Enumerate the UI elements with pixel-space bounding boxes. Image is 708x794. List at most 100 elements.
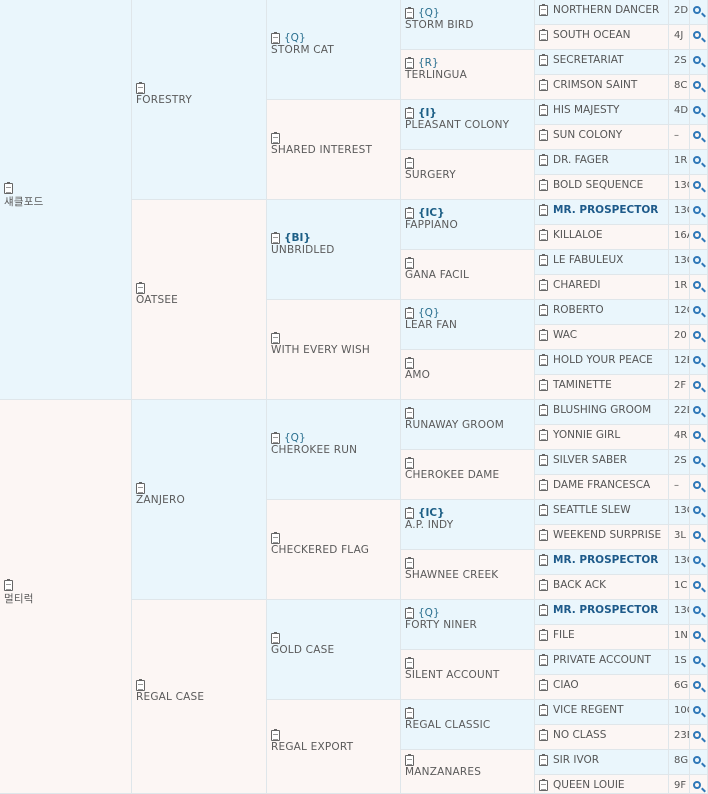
clipboard-icon[interactable] — [539, 29, 548, 41]
clipboard-icon[interactable] — [539, 54, 548, 66]
horse-name-link[interactable]: BACK ACK — [553, 579, 606, 591]
clipboard-icon[interactable] — [4, 579, 13, 591]
horse-name-link[interactable]: YONNIE GIRL — [553, 429, 620, 441]
magnifier-icon[interactable] — [693, 556, 701, 564]
magnifier-icon[interactable] — [693, 506, 701, 514]
horse-name-link[interactable]: SILENT ACCOUNT — [405, 669, 500, 681]
clipboard-icon[interactable] — [539, 79, 548, 91]
horse-name-link[interactable]: PLEASANT COLONY — [405, 119, 509, 131]
clipboard-icon[interactable] — [405, 557, 414, 569]
magnifier-icon[interactable] — [693, 306, 701, 314]
horse-name-link[interactable]: AMO — [405, 369, 430, 381]
magnifier-icon[interactable] — [693, 481, 701, 489]
horse-name-link[interactable]: CHEROKEE RUN — [271, 444, 357, 456]
clipboard-icon[interactable] — [271, 32, 280, 44]
clipboard-icon[interactable] — [539, 454, 548, 466]
horse-name-link[interactable]: FAPPIANO — [405, 219, 458, 231]
horse-name-link[interactable]: MR. PROSPECTOR — [553, 204, 658, 216]
horse-name-link[interactable]: FORESTRY — [136, 94, 192, 106]
horse-name-link[interactable]: KILLALOE — [553, 229, 602, 241]
clipboard-icon[interactable] — [405, 657, 414, 669]
clipboard-icon[interactable] — [539, 654, 548, 666]
clipboard-icon[interactable] — [539, 479, 548, 491]
clipboard-icon[interactable] — [539, 404, 548, 416]
magnifier-icon[interactable] — [693, 106, 701, 114]
magnifier-icon[interactable] — [693, 681, 701, 689]
clipboard-icon[interactable] — [539, 154, 548, 166]
horse-name-link[interactable]: ZANJERO — [136, 494, 185, 506]
clipboard-icon[interactable] — [539, 629, 548, 641]
clipboard-icon[interactable] — [136, 282, 145, 294]
clipboard-icon[interactable] — [271, 729, 280, 741]
horse-name-link[interactable]: REGAL CLASSIC — [405, 719, 490, 731]
horse-name-link[interactable]: SHAWNEE CREEK — [405, 569, 498, 581]
clipboard-icon[interactable] — [539, 604, 548, 616]
magnifier-icon[interactable] — [693, 356, 701, 364]
clipboard-icon[interactable] — [271, 432, 280, 444]
horse-name-link[interactable]: CHECKERED FLAG — [271, 544, 369, 556]
clipboard-icon[interactable] — [405, 307, 414, 319]
clipboard-icon[interactable] — [539, 679, 548, 691]
horse-name-link[interactable]: LE FABULEUX — [553, 254, 623, 266]
horse-name-link[interactable]: SURGERY — [405, 169, 456, 181]
magnifier-icon[interactable] — [693, 231, 701, 239]
horse-name-link[interactable]: MANZANARES — [405, 766, 481, 778]
magnifier-icon[interactable] — [693, 381, 701, 389]
horse-name-link[interactable]: REGAL EXPORT — [271, 741, 353, 753]
horse-name-link[interactable]: HIS MAJESTY — [553, 104, 619, 116]
clipboard-icon[interactable] — [539, 704, 548, 716]
horse-name-link[interactable]: SILVER SABER — [553, 454, 627, 466]
horse-name-link[interactable]: CHEROKEE DAME — [405, 469, 499, 481]
horse-name-link[interactable]: VICE REGENT — [553, 704, 624, 716]
magnifier-icon[interactable] — [693, 281, 701, 289]
horse-name-link[interactable]: LEAR FAN — [405, 319, 457, 331]
horse-name-link[interactable]: HOLD YOUR PEACE — [553, 354, 653, 366]
clipboard-icon[interactable] — [539, 4, 548, 16]
clipboard-icon[interactable] — [405, 7, 414, 19]
horse-name-link[interactable]: MR. PROSPECTOR — [553, 554, 658, 566]
horse-name-link[interactable]: BOLD SEQUENCE — [553, 179, 643, 191]
horse-name-link[interactable]: TAMINETTE — [553, 379, 612, 391]
magnifier-icon[interactable] — [693, 581, 701, 589]
clipboard-icon[interactable] — [539, 304, 548, 316]
horse-name-link[interactable]: DR. FAGER — [553, 154, 609, 166]
clipboard-icon[interactable] — [539, 429, 548, 441]
horse-name-link[interactable]: WITH EVERY WISH — [271, 344, 370, 356]
magnifier-icon[interactable] — [693, 81, 701, 89]
horse-name-link[interactable]: 멀티럭 — [4, 591, 34, 606]
horse-name-link[interactable]: TERLINGUA — [405, 69, 467, 81]
clipboard-icon[interactable] — [405, 754, 414, 766]
horse-name-link[interactable]: NORTHERN DANCER — [553, 4, 659, 16]
horse-name-link[interactable]: SIR IVOR — [553, 754, 599, 766]
clipboard-icon[interactable] — [405, 607, 414, 619]
clipboard-icon[interactable] — [539, 729, 548, 741]
clipboard-icon[interactable] — [539, 329, 548, 341]
horse-name-link[interactable]: SEATTLE SLEW — [553, 504, 631, 516]
horse-name-link[interactable]: DAME FRANCESCA — [553, 479, 650, 491]
horse-name-link[interactable]: BLUSHING GROOM — [553, 404, 651, 416]
clipboard-icon[interactable] — [271, 132, 280, 144]
clipboard-icon[interactable] — [539, 279, 548, 291]
horse-name-link[interactable]: SOUTH OCEAN — [553, 29, 631, 41]
horse-name-link[interactable]: 섀클포드 — [4, 194, 43, 209]
horse-name-link[interactable]: REGAL CASE — [136, 691, 204, 703]
horse-name-link[interactable]: A.P. INDY — [405, 519, 453, 531]
clipboard-icon[interactable] — [271, 332, 280, 344]
horse-name-link[interactable]: NO CLASS — [553, 729, 606, 741]
clipboard-icon[interactable] — [539, 204, 548, 216]
clipboard-icon[interactable] — [136, 82, 145, 94]
magnifier-icon[interactable] — [693, 631, 701, 639]
horse-name-link[interactable]: GANA FACIL — [405, 269, 469, 281]
horse-name-link[interactable]: ROBERTO — [553, 304, 604, 316]
magnifier-icon[interactable] — [693, 756, 701, 764]
clipboard-icon[interactable] — [539, 254, 548, 266]
clipboard-icon[interactable] — [405, 57, 414, 69]
horse-name-link[interactable]: CRIMSON SAINT — [553, 79, 637, 91]
horse-name-link[interactable]: SHARED INTEREST — [271, 144, 372, 156]
magnifier-icon[interactable] — [693, 6, 701, 14]
horse-name-link[interactable]: UNBRIDLED — [271, 244, 335, 256]
clipboard-icon[interactable] — [539, 554, 548, 566]
clipboard-icon[interactable] — [405, 407, 414, 419]
clipboard-icon[interactable] — [405, 107, 414, 119]
clipboard-icon[interactable] — [539, 229, 548, 241]
